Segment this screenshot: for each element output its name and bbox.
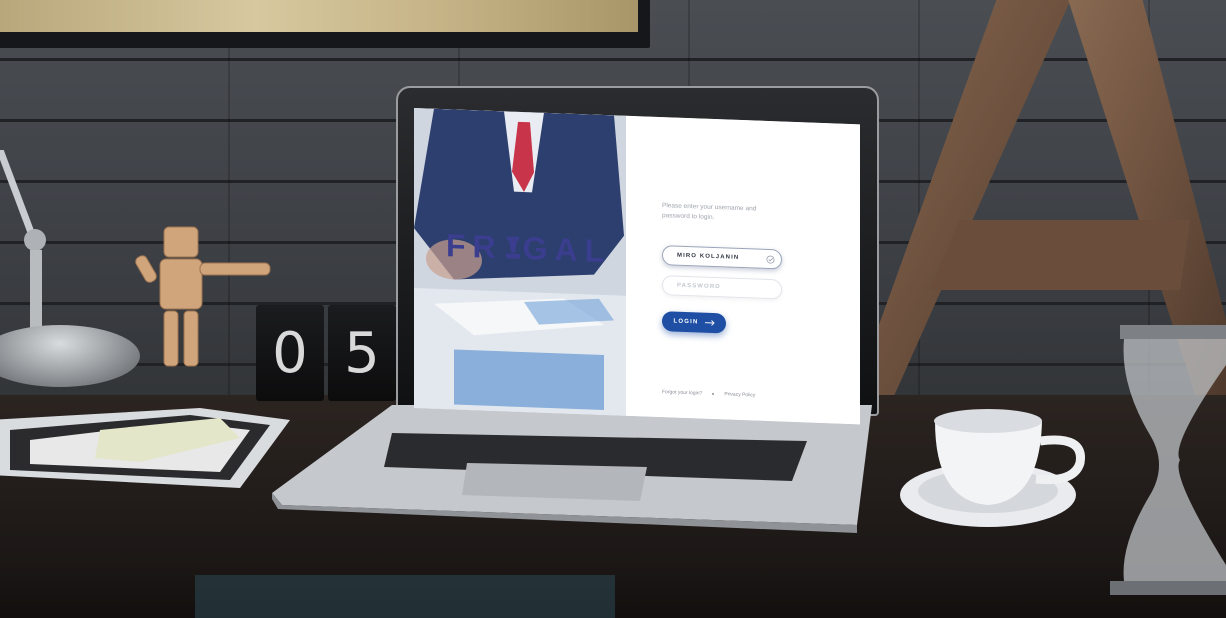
laptop-screen: FR GAL Please enter your username and pa… (414, 108, 860, 425)
lamp-arm (0, 150, 46, 350)
brand-name-left: FR (446, 227, 503, 266)
login-button-label: LOGIN (673, 318, 699, 326)
desk-drawer (195, 575, 615, 618)
magazine-stack (0, 408, 290, 488)
clock-digit-block: 0 (256, 305, 324, 401)
hero-photo: FR GAL (414, 108, 626, 416)
clock-digit: 0 (272, 320, 308, 386)
forgot-login-link[interactable]: Forgot your login? (662, 389, 702, 396)
login-footer: Forgot your login? Privacy Policy (662, 389, 822, 401)
framed-map (0, 0, 650, 48)
password-input[interactable] (677, 282, 767, 292)
check-circle-icon (766, 255, 775, 264)
privacy-policy-link[interactable]: Privacy Policy (724, 391, 755, 398)
username-input[interactable] (677, 252, 767, 262)
chess-piece-icon (505, 236, 520, 259)
map-picture (0, 0, 638, 32)
laptop-base (272, 405, 872, 533)
login-panel: Please enter your username and password … (626, 115, 860, 425)
arrow-right-icon (704, 320, 715, 326)
brand-name-right: GAL (522, 229, 612, 270)
hourglass (1110, 325, 1226, 595)
clock-digit-block: 5 (328, 305, 396, 401)
login-prompt: Please enter your username and password … (662, 202, 757, 222)
password-field[interactable] (662, 275, 782, 300)
separator-dot (712, 392, 715, 396)
username-field[interactable] (662, 245, 782, 270)
brand-logo: FR GAL (446, 227, 621, 270)
clock-digit: 5 (344, 320, 380, 386)
login-button[interactable]: LOGIN (662, 311, 726, 334)
coffee-cup (900, 409, 1085, 527)
